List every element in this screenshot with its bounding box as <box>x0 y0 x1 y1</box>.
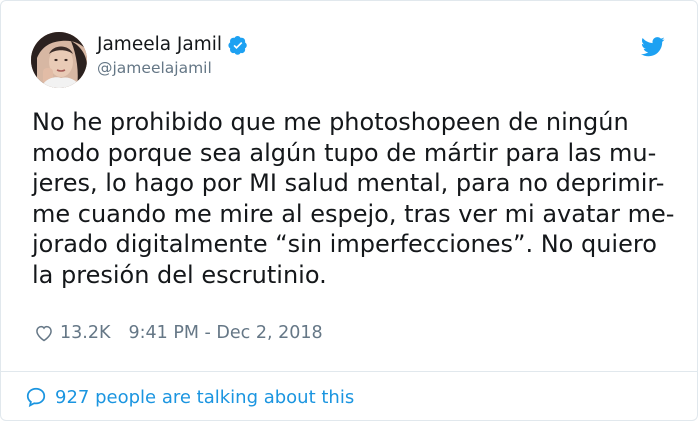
verified-badge-icon <box>228 35 247 55</box>
tweet-meta: 13.2K 9:41 PM - Dec 2, 2018 <box>34 323 323 343</box>
author-handle[interactable]: @jameelajamil <box>97 59 212 77</box>
like-count[interactable]: 13.2K <box>60 323 110 343</box>
timestamp[interactable]: 9:41 PM - Dec 2, 2018 <box>128 323 322 343</box>
divider <box>1 371 697 372</box>
author-name[interactable]: Jameela Jamil <box>97 34 248 55</box>
avatar[interactable] <box>31 32 87 88</box>
twitter-bird-icon[interactable] <box>641 37 665 57</box>
tweet-card: Jameela Jamil @jameelajamil No he prohib… <box>0 0 698 421</box>
comment-bubble-icon <box>26 387 46 408</box>
avatar-image <box>31 32 87 88</box>
tweet-text: No he prohibido que me photoshopeen de n… <box>32 108 675 289</box>
talking-link[interactable]: 927 people are talking about this <box>25 386 354 408</box>
heart-icon[interactable] <box>34 323 54 343</box>
author-name-text: Jameela Jamil <box>97 34 223 55</box>
talking-text: 927 people are talking about this <box>55 386 355 408</box>
